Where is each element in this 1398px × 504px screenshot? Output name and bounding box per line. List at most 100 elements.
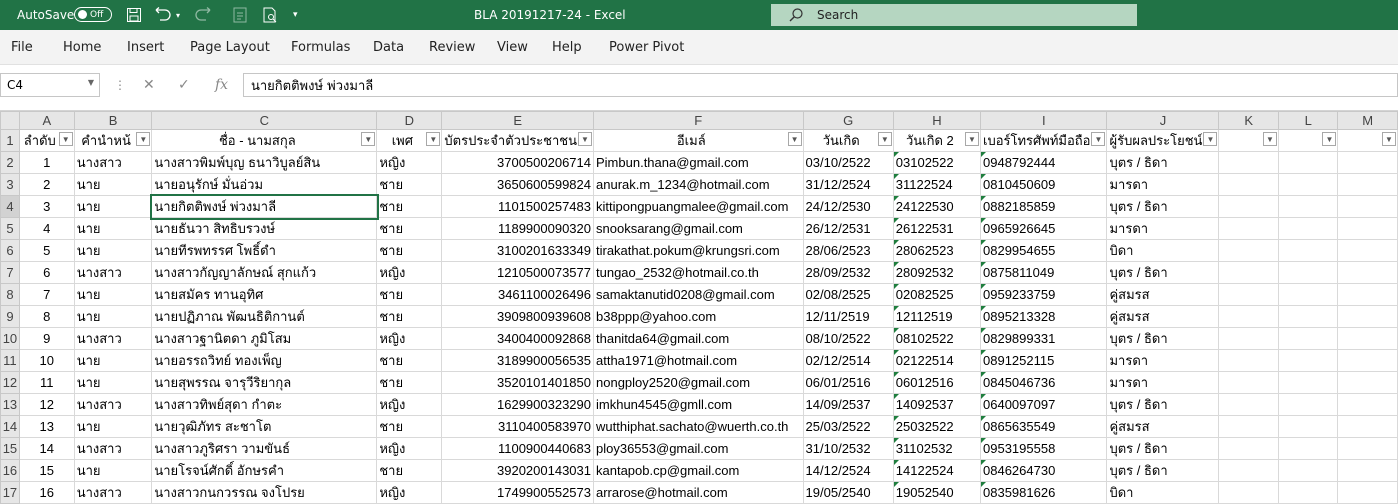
cell[interactable]: 0895213328: [980, 305, 1108, 328]
cell[interactable]: 08/10/2522: [802, 327, 894, 350]
empty-cell[interactable]: [1218, 415, 1279, 438]
cell[interactable]: 0810450609: [980, 173, 1108, 196]
cell[interactable]: ชาย: [376, 239, 443, 262]
row-header[interactable]: 14: [0, 415, 20, 438]
cell[interactable]: Pimbun.thana@gmail.com: [593, 151, 804, 174]
cell[interactable]: 0891252115: [980, 349, 1108, 372]
cell[interactable]: 8: [18, 305, 75, 328]
cell[interactable]: 16: [18, 481, 75, 504]
chevron-down-icon[interactable]: ▼: [88, 78, 94, 87]
empty-cell[interactable]: [1337, 415, 1398, 438]
cell[interactable]: 4: [18, 217, 75, 240]
name-box[interactable]: C4 ▼: [0, 73, 100, 97]
filter-dropdown-icon[interactable]: ▼: [1382, 132, 1396, 146]
column-header-c[interactable]: C: [151, 111, 378, 130]
empty-cell[interactable]: [1337, 151, 1398, 174]
cell[interactable]: 1101500257483: [441, 195, 594, 218]
cell[interactable]: นายโรจน์ศักดิ์ อักษรคำ: [151, 459, 378, 482]
cell[interactable]: นายทีรพทรรศ โพธิ์ดำ: [151, 239, 378, 262]
row-header[interactable]: 16: [0, 459, 20, 482]
filter-dropdown-icon[interactable]: ▼: [361, 132, 376, 146]
empty-cell[interactable]: [1277, 151, 1339, 174]
cell[interactable]: 0640097097: [980, 393, 1108, 416]
cell[interactable]: นางสาว: [73, 327, 153, 350]
tab-insert[interactable]: Insert: [127, 40, 164, 55]
column-header-i[interactable]: I: [980, 111, 1108, 130]
cell[interactable]: หญิง: [376, 437, 443, 460]
cell[interactable]: นายสมัคร ทานอุทิศ: [151, 283, 378, 306]
header-cell[interactable]: ▼: [1218, 129, 1279, 152]
empty-cell[interactable]: [1337, 173, 1398, 196]
cell[interactable]: 03/10/2522: [802, 151, 894, 174]
cell[interactable]: 03102522: [892, 151, 982, 174]
cell[interactable]: 0953195558: [980, 437, 1108, 460]
cell[interactable]: imkhun4545@gmll.com: [593, 393, 804, 416]
cell[interactable]: คู่สมรส: [1106, 283, 1220, 306]
cell[interactable]: 3461100026496: [441, 283, 594, 306]
select-all-corner[interactable]: [0, 111, 20, 130]
cell[interactable]: บุตร / ธิดา: [1106, 393, 1220, 416]
cell[interactable]: นางสาว: [73, 261, 153, 284]
cell[interactable]: นาย: [73, 283, 153, 306]
empty-cell[interactable]: [1337, 217, 1398, 240]
cell[interactable]: 3700500206714: [441, 151, 594, 174]
insert-function-icon[interactable]: fx: [215, 77, 228, 93]
cell[interactable]: 15: [18, 459, 75, 482]
cell[interactable]: 25032522: [892, 415, 982, 438]
filter-dropdown-icon[interactable]: ▼: [787, 132, 802, 146]
cell[interactable]: นาย: [73, 415, 153, 438]
row-header[interactable]: 17: [0, 481, 20, 504]
row-header[interactable]: 11: [0, 349, 20, 372]
cell[interactable]: ชาย: [376, 415, 443, 438]
header-cell[interactable]: คำนำหน้ ▼: [73, 129, 153, 152]
cell[interactable]: บุตร / ธิดา: [1106, 327, 1220, 350]
header-cell[interactable]: ▼: [1277, 129, 1339, 152]
column-header-m[interactable]: M: [1337, 111, 1398, 130]
tab-review[interactable]: Review: [429, 40, 475, 55]
formula-input[interactable]: นายกิตติพงษ์ พ่วงมาลี: [243, 73, 1398, 97]
cell[interactable]: samaktanutid0208@gmail.com: [593, 283, 804, 306]
cell[interactable]: 0829954655: [980, 239, 1108, 262]
cell[interactable]: anurak.m_1234@hotmail.com: [593, 173, 804, 196]
cell[interactable]: หญิง: [376, 327, 443, 350]
redo-icon[interactable]: [193, 0, 211, 30]
column-header-f[interactable]: F: [593, 111, 804, 130]
cell[interactable]: 1100900440683: [441, 437, 594, 460]
cell[interactable]: 19/05/2540: [802, 481, 894, 504]
row-header[interactable]: 3: [0, 173, 20, 196]
column-header-g[interactable]: G: [802, 111, 894, 130]
cell[interactable]: 3650600599824: [441, 173, 594, 196]
cell[interactable]: 6: [18, 261, 75, 284]
row-header[interactable]: 12: [0, 371, 20, 394]
empty-cell[interactable]: [1337, 239, 1398, 262]
row-header[interactable]: 13: [0, 393, 20, 416]
column-header-e[interactable]: E: [441, 111, 594, 130]
filter-dropdown-icon[interactable]: ▼: [1322, 132, 1337, 146]
empty-cell[interactable]: [1337, 459, 1398, 482]
empty-cell[interactable]: [1277, 283, 1339, 306]
empty-cell[interactable]: [1277, 371, 1339, 394]
cell[interactable]: 24/12/2530: [802, 195, 894, 218]
cell[interactable]: บุตร / ธิดา: [1106, 437, 1220, 460]
empty-cell[interactable]: [1277, 437, 1339, 460]
filter-dropdown-icon[interactable]: ▼: [136, 132, 151, 146]
cell[interactable]: หญิง: [376, 393, 443, 416]
cell[interactable]: 3110400583970: [441, 415, 594, 438]
cell[interactable]: ชาย: [376, 459, 443, 482]
cell[interactable]: ชาย: [376, 283, 443, 306]
cell[interactable]: บุตร / ธิดา: [1106, 151, 1220, 174]
print-preview-icon[interactable]: [262, 0, 278, 30]
cell[interactable]: 06/01/2516: [802, 371, 894, 394]
empty-cell[interactable]: [1277, 349, 1339, 372]
empty-cell[interactable]: [1277, 239, 1339, 262]
cell[interactable]: 3: [18, 195, 75, 218]
cell[interactable]: นาย: [73, 371, 153, 394]
empty-cell[interactable]: [1277, 305, 1339, 328]
cell[interactable]: ploy36553@gmail.com: [593, 437, 804, 460]
column-header-j[interactable]: J: [1106, 111, 1220, 130]
cell[interactable]: นางสาวกัญญาลักษณ์ สุกแก้ว: [151, 261, 378, 284]
cell[interactable]: นางสาว: [73, 151, 153, 174]
tab-help[interactable]: Help: [552, 40, 582, 55]
cell[interactable]: ชาย: [376, 195, 443, 218]
customize-toolbar-icon[interactable]: ▾: [293, 0, 298, 30]
